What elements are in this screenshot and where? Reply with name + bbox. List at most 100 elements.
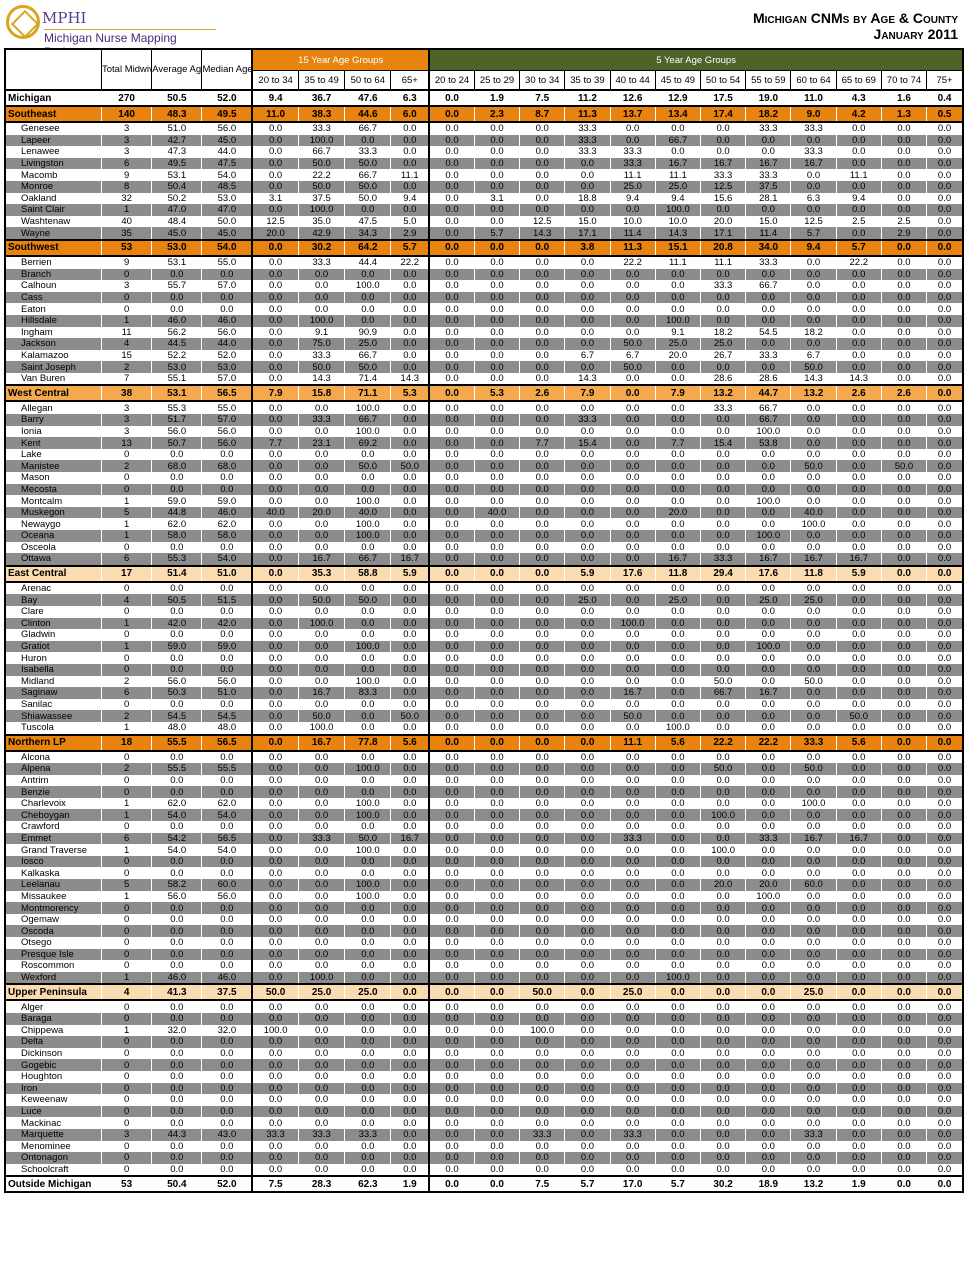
value-cell: 0.0 <box>390 303 431 315</box>
value-cell: 33.3 <box>344 1128 391 1141</box>
value-cell: 50.5 <box>151 594 202 606</box>
value-cell: 0.0 <box>790 414 837 426</box>
value-cell: 0.0 <box>473 763 520 775</box>
value-cell: 0.0 <box>428 483 475 496</box>
mphi-logo: MPHI Michigan Nurse Mapping Project <box>6 5 216 59</box>
value-cell: 0.0 <box>251 797 299 810</box>
value-cell: 100.0 <box>344 844 391 856</box>
county-name: Wexford <box>3 971 102 985</box>
value-cell: 0.0 <box>745 786 791 798</box>
county-name: Dickinson <box>3 1047 102 1060</box>
value-cell: 0.0 <box>428 1012 475 1025</box>
value-cell: 40.0 <box>790 506 837 519</box>
value-cell: 51.4 <box>151 564 202 583</box>
county-row: Roscommon 0 0.0 0.0 0.0 0.0 0.0 0.0 0.0 0.0 0.0 0.0… <box>3 960 965 972</box>
value-cell: 0.0 <box>880 483 927 496</box>
value-cell: 100.0 <box>297 721 345 735</box>
value-cell: 0.0 <box>564 750 611 764</box>
value-cell: 0.0 <box>745 721 791 735</box>
value-cell: 0.0 <box>428 983 475 1002</box>
value-cell: 33.3 <box>790 122 837 135</box>
county-row: Gogebic 0 0.0 0.0 0.0 0.0 0.0 0.0 0.0 0.0 0.0 0.0 0.… <box>3 1059 965 1071</box>
value-cell: 0.0 <box>745 809 791 822</box>
value-cell: 0.0 <box>790 1070 837 1083</box>
value-cell: 0.0 <box>926 832 965 845</box>
value-cell: 58.2 <box>151 879 202 891</box>
age5-header-25-to-29: 25 to 29 <box>473 70 520 91</box>
value-cell: 0.0 <box>390 1128 431 1141</box>
value-cell: 54.0 <box>201 238 254 257</box>
value-cell: 0 <box>100 902 152 914</box>
value-cell: 6.7 <box>609 349 656 362</box>
value-cell: 0.0 <box>880 506 927 519</box>
value-cell: 0.0 <box>428 180 475 193</box>
value-cell: 100.0 <box>344 797 391 810</box>
value-cell: 0.0 <box>609 1094 656 1106</box>
value-cell: 7.7 <box>251 437 299 449</box>
value-cell: 0.0 <box>473 879 520 891</box>
value-cell: 100.0 <box>344 809 391 822</box>
value-cell: 0.0 <box>251 1105 299 1118</box>
value-cell: 0.0 <box>926 937 965 949</box>
value-cell: 0.0 <box>835 495 882 507</box>
county-name: Hillsdale <box>3 314 102 327</box>
value-cell: 0.0 <box>390 1000 431 1013</box>
value-cell: 0.0 <box>344 937 391 949</box>
value-cell: 0.0 <box>745 971 791 985</box>
value-cell: 35.3 <box>297 564 345 583</box>
value-cell: 18.2 <box>699 326 746 339</box>
value-cell: 0.0 <box>428 971 475 985</box>
county-row: Osceola 0 0.0 0.0 0.0 0.0 0.0 0.0 0.0 0.0 0.0 0.0 0.… <box>3 541 965 554</box>
value-cell: 0.0 <box>297 913 345 926</box>
county-row: Oakland 32 50.2 53.0 3.1 37.5 50.0 9.4 0.0 3.1 0.0… <box>3 192 965 205</box>
value-cell: 0.0 <box>790 913 837 926</box>
value-cell: 0 <box>100 867 152 880</box>
county-row: Ottawa 6 55.3 54.0 0.0 16.7 66.7 16.7 0.0 0.0 0.0 0… <box>3 553 965 566</box>
value-cell: 58.0 <box>151 530 202 542</box>
value-cell: 0.0 <box>519 1094 565 1106</box>
value-cell: 0.0 <box>699 314 746 327</box>
value-cell: 0.0 <box>745 1128 791 1141</box>
value-cell: 0.0 <box>297 1036 345 1048</box>
value-cell: 0.0 <box>251 564 299 583</box>
value-cell: 0.0 <box>880 157 927 170</box>
county-row: Wexford 1 46.0 46.0 0.0 100.0 0.0 0.0 0.0 0.0 0.0 0… <box>3 971 965 985</box>
county-row: Mason 0 0.0 0.0 0.0 0.0 0.0 0.0 0.0 0.0 0.0 0.0 0.0 0… <box>3 472 965 484</box>
value-cell: 0.0 <box>564 314 611 327</box>
value-cell: 51.0 <box>201 687 254 699</box>
value-cell: 0.0 <box>151 948 202 961</box>
value-cell: 0.0 <box>654 1024 701 1037</box>
value-cell: 0.0 <box>344 1105 391 1118</box>
value-cell: 16.7 <box>297 687 345 699</box>
value-cell: 11.8 <box>654 564 701 583</box>
value-cell: 0.0 <box>297 1082 345 1095</box>
county-row: Monroe 8 50.4 48.5 0.0 50.0 50.0 0.0 0.0 0.0 0.0 0.… <box>3 180 965 193</box>
value-cell: 25.0 <box>564 594 611 606</box>
value-cell: 0.0 <box>473 1036 520 1048</box>
value-cell: 0.0 <box>473 821 520 833</box>
value-cell: 66.7 <box>344 553 391 566</box>
value-cell: 0.0 <box>390 518 431 530</box>
value-cell: 46.0 <box>201 506 254 519</box>
value-cell: 0.0 <box>835 1082 882 1095</box>
value-cell: 0.0 <box>564 797 611 810</box>
county-name: Oakland <box>3 192 102 205</box>
value-cell: 0.0 <box>880 1082 927 1095</box>
value-cell: 0.0 <box>609 821 656 833</box>
value-cell: 0.0 <box>390 530 431 542</box>
county-name: Arenac <box>3 581 102 595</box>
value-cell: 0.0 <box>926 855 965 868</box>
county-row: Alpena 2 55.5 55.5 0.0 0.0 100.0 0.0 0.0 0.0 0.0 0.… <box>3 763 965 775</box>
value-cell: 44.5 <box>151 338 202 350</box>
value-cell: 0.0 <box>473 314 520 327</box>
value-cell: 13.4 <box>654 105 701 123</box>
value-cell: 0.0 <box>880 640 927 653</box>
value-cell: 5.7 <box>390 238 431 257</box>
value-cell: 0.0 <box>654 890 701 903</box>
value-cell: 0.0 <box>654 1082 701 1095</box>
value-cell: 0.0 <box>699 483 746 496</box>
value-cell: 0.0 <box>745 774 791 787</box>
value-cell: 0.0 <box>880 763 927 775</box>
value-cell: 25.0 <box>654 180 701 193</box>
value-cell: 0.0 <box>926 180 965 193</box>
